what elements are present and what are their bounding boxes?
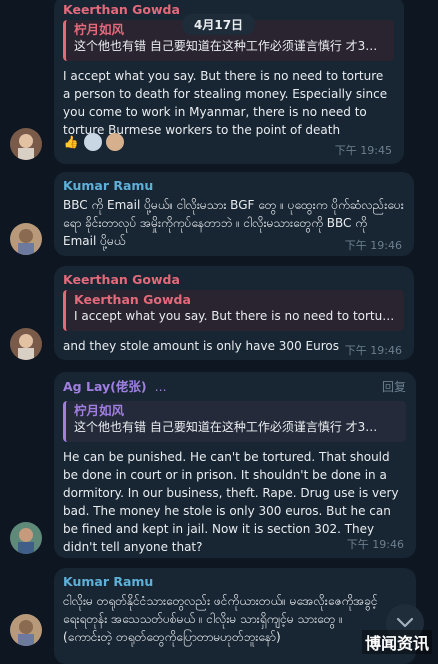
reply-text: 这个他也有错 自己要知道在这种工作必须谨言慎行 才3… [74,39,378,53]
thumbs-up-icon[interactable]: 👍 [62,133,80,151]
reply-text: 这个他也有错 自己要知道在这种工作必须谨言慎行 才3… [74,420,378,434]
avatar[interactable] [10,223,42,255]
timestamp: 下午 19:46 [344,344,402,357]
message-bubble[interactable]: Ag Lay(佬张) … 回复 柠月如风 这个他也有错 自己要知道在这种工作必须… [54,372,416,558]
sender-name[interactable]: Kumar Ramu [63,574,406,590]
watermark: 博闻资讯 [361,630,432,654]
reply-text: I accept what you say. But there is no n… [74,309,396,323]
sender-extra: … [154,379,167,394]
message-bubble[interactable]: Keerthan Gowda Keerthan Gowda I accept w… [54,266,414,360]
avatar[interactable] [10,614,42,646]
chevron-down-icon [396,617,414,628]
avatar[interactable] [10,522,42,554]
reply-quote[interactable]: Keerthan Gowda I accept what you say. Bu… [63,290,404,331]
sender-name[interactable]: Kumar Ramu [63,178,404,194]
sender-name[interactable]: Keerthan Gowda [63,272,404,288]
face-icon[interactable] [106,133,124,151]
sender-name[interactable]: Ag Lay(佬张) [63,379,147,395]
timestamp: 下午 19:46 [344,239,402,252]
pictogram-icon[interactable] [84,133,102,151]
message-bubble[interactable]: Kumar Ramu BBC ကို Email ပို့မယ်။ ငါလိုး… [54,172,414,256]
reply-name: Keerthan Gowda [74,292,191,307]
timestamp: 下午 19:45 [334,144,392,157]
message-text: ငါလိုးမ တရုတ်နိုင်ငံသားတွေလည်း ဖင်ကိုယား… [63,594,378,644]
reply-name: 柠月如风 [74,403,125,418]
message-header: Ag Lay(佬张) … 回复 [63,378,406,395]
timestamp: 下午 19:46 [346,538,404,551]
avatar[interactable] [10,328,42,360]
message-text: I accept what you say. But there is no n… [63,69,388,137]
avatar[interactable] [10,128,42,160]
reactions[interactable]: 👍 [62,133,124,151]
date-badge: 4月17日 [182,14,256,35]
reply-label[interactable]: 回复 [382,378,406,395]
reply-quote[interactable]: 柠月如风 这个他也有错 自己要知道在这种工作必须谨言慎行 才3… [63,401,406,442]
